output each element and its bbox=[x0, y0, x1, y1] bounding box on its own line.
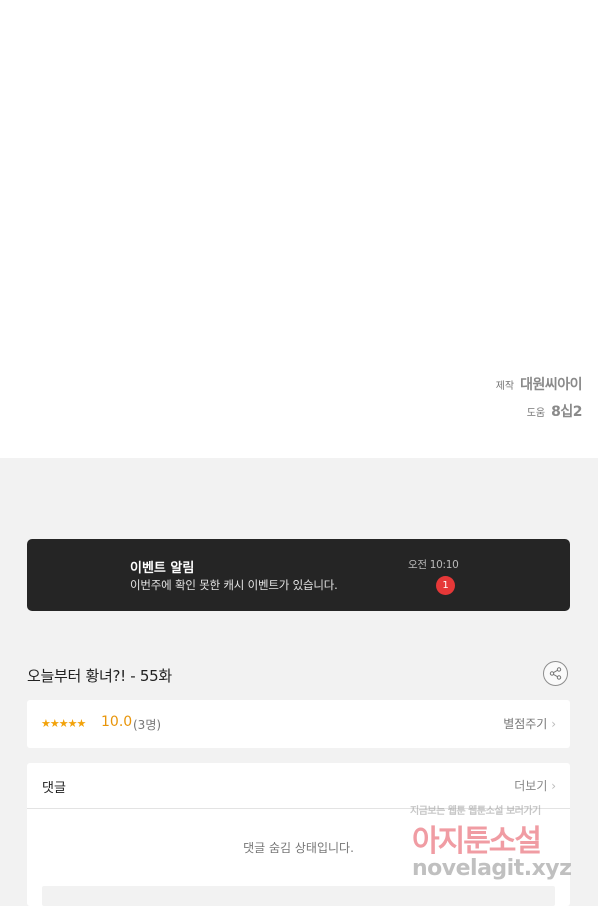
comment-input[interactable] bbox=[42, 886, 555, 906]
event-title: 이벤트 알림 bbox=[130, 561, 195, 576]
credit-production: 제작 대원씨아이 bbox=[495, 374, 583, 394]
credit-role: 도움 bbox=[526, 408, 546, 419]
credit-assistance: 도움 8십2 bbox=[526, 401, 583, 421]
rating-score: 10.0 bbox=[101, 714, 133, 730]
event-notification-banner[interactable]: 이벤트 알림 이번주에 확인 못한 캐시 이벤트가 있습니다. 오전 10:10… bbox=[27, 539, 570, 611]
watermark-logo: 지금보는 웹툰 웹툰소설 보러가기 아지툰소설 novelagit.xyz bbox=[410, 802, 580, 888]
chevron-right-icon: › bbox=[551, 717, 556, 731]
chevron-right-icon: › bbox=[551, 779, 556, 793]
credit-value: 8십2 bbox=[551, 404, 582, 420]
rating-box: ★★★★★ 10.0 (3명) 별점주기 › bbox=[27, 700, 570, 748]
rating-stars: ★★★★★ bbox=[41, 717, 86, 730]
comments-more-link[interactable]: 더보기 › bbox=[514, 777, 556, 794]
watermark-url: novelagit.xyz bbox=[412, 856, 572, 881]
event-time: 오전 10:10 bbox=[408, 559, 459, 571]
comic-end-area: 제작 대원씨아이 도움 8십2 bbox=[0, 0, 598, 458]
share-icon bbox=[549, 667, 562, 680]
watermark-brand: 아지툰소설 bbox=[412, 824, 542, 859]
more-link-label: 더보기 bbox=[514, 779, 548, 793]
event-count-badge: 1 bbox=[436, 576, 455, 595]
credit-value: 대원씨아이 bbox=[520, 377, 582, 393]
event-description: 이번주에 확인 못한 캐시 이벤트가 있습니다. bbox=[130, 578, 338, 592]
comment-title: 댓글 bbox=[42, 781, 66, 796]
episode-title: 오늘부터 황녀?! - 55화 bbox=[27, 667, 172, 685]
watermark-tagline: 지금보는 웹툰 웹툰소설 보러가기 bbox=[410, 806, 541, 817]
rating-count: (3명) bbox=[133, 718, 162, 732]
rate-button[interactable]: 별점주기 › bbox=[503, 715, 556, 732]
share-button[interactable] bbox=[543, 661, 568, 686]
rate-button-label: 별점주기 bbox=[503, 717, 548, 731]
credit-role: 제작 bbox=[495, 381, 515, 392]
